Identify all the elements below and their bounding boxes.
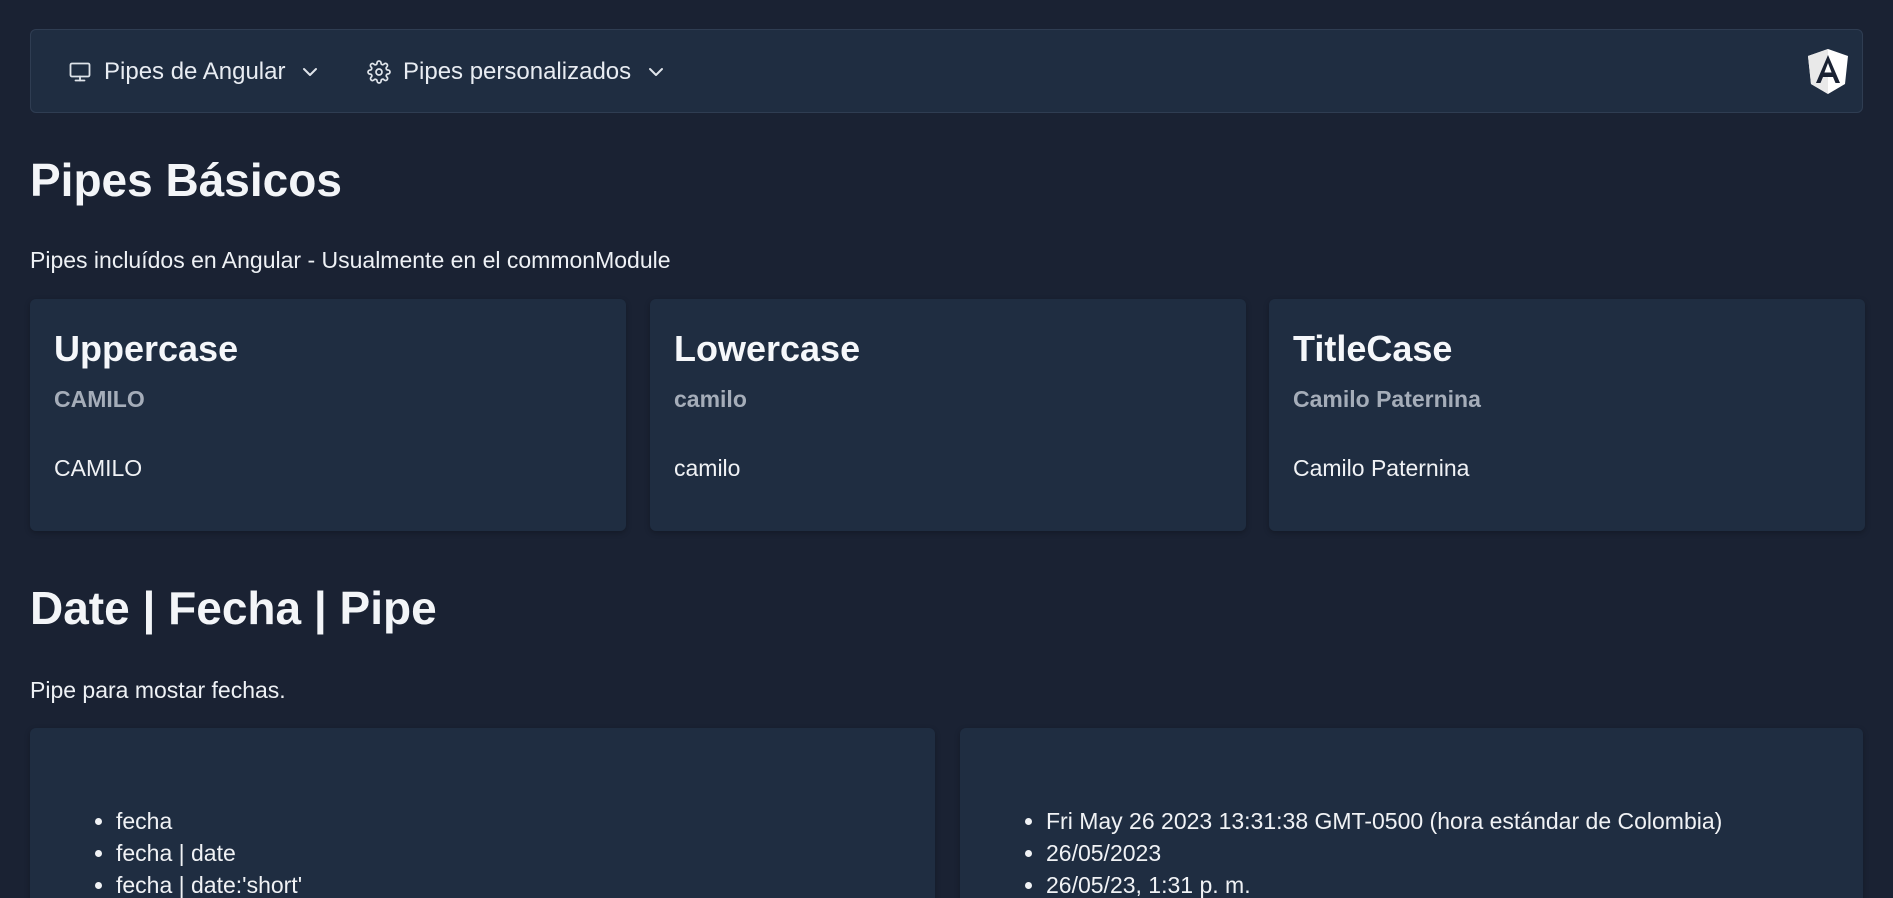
card-subtitle: camilo <box>674 386 747 412</box>
section-subtitle-basic: Pipes incluídos en Angular - Usualmente … <box>30 247 671 273</box>
section-title-date: Date | Fecha | Pipe <box>30 582 437 634</box>
list-item: fecha | date <box>116 837 302 869</box>
card-subtitle: Camilo Paternina <box>1293 386 1481 412</box>
list-item: fecha | date:'short' <box>116 869 302 898</box>
card-date-expressions: fecha fecha | date fecha | date:'short' <box>30 728 935 898</box>
gear-icon <box>365 58 393 86</box>
menu-item-label: Pipes de Angular <box>104 58 286 85</box>
menu-item-pipes-personalizados[interactable]: Pipes personalizados <box>365 52 667 92</box>
card-uppercase: Uppercase CAMILO CAMILO <box>30 299 626 531</box>
menubar: Pipes de Angular Pipes personalizados <box>30 29 1863 113</box>
chevron-down-icon <box>299 61 321 83</box>
menu-item-pipes-angular[interactable]: Pipes de Angular <box>66 52 321 92</box>
card-subtitle: CAMILO <box>54 386 145 412</box>
desktop-icon <box>66 58 94 86</box>
result-list: Fri May 26 2023 13:31:38 GMT-0500 (hora … <box>1020 805 1722 898</box>
angular-logo[interactable] <box>1806 48 1850 96</box>
card-lowercase: Lowercase camilo camilo <box>650 299 1246 531</box>
list-item: Fri May 26 2023 13:31:38 GMT-0500 (hora … <box>1046 805 1722 837</box>
expression-list: fecha fecha | date fecha | date:'short' <box>90 805 302 898</box>
card-title: Lowercase <box>674 328 861 369</box>
card-content: camilo <box>674 455 741 481</box>
chevron-down-icon <box>645 61 667 83</box>
card-titlecase: TitleCase Camilo Paternina Camilo Patern… <box>1269 299 1865 531</box>
list-item: 26/05/23, 1:31 p. m. <box>1046 869 1722 898</box>
card-title: TitleCase <box>1293 328 1453 369</box>
menu-item-label: Pipes personalizados <box>403 58 632 85</box>
section-title-basic: Pipes Básicos <box>30 154 342 206</box>
page: Pipes de Angular Pipes personalizados Pi… <box>0 0 1893 898</box>
card-content: CAMILO <box>54 455 143 481</box>
list-item: 26/05/2023 <box>1046 837 1722 869</box>
card-content: Camilo Paternina <box>1293 455 1470 481</box>
card-date-results: Fri May 26 2023 13:31:38 GMT-0500 (hora … <box>960 728 1863 898</box>
section-subtitle-date: Pipe para mostar fechas. <box>30 677 286 703</box>
list-item: fecha <box>116 805 302 837</box>
card-title: Uppercase <box>54 328 239 369</box>
